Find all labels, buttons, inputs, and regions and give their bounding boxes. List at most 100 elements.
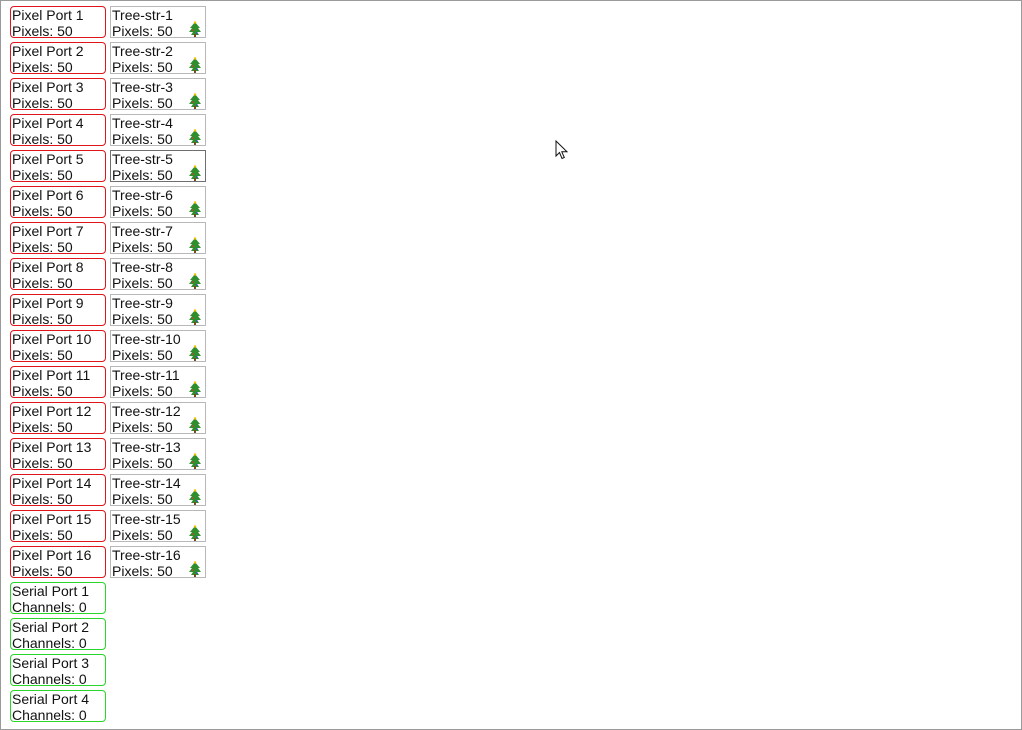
model-label: Tree-str-8: [112, 259, 173, 275]
model-box[interactable]: Tree-str-3 Pixels: 50: [110, 78, 206, 110]
model-info: Pixels: 50: [112, 563, 173, 578]
model-info: Pixels: 50: [112, 131, 173, 146]
tree-icon: [189, 237, 201, 253]
model-box[interactable]: Tree-str-15 Pixels: 50: [110, 510, 206, 542]
model-box[interactable]: Tree-str-16 Pixels: 50: [110, 546, 206, 578]
model-info: Pixels: 50: [112, 347, 173, 362]
port-info: Channels: 0: [12, 599, 87, 614]
model-box[interactable]: Tree-str-1 Pixels: 50: [110, 6, 206, 38]
pixel-port-box[interactable]: Pixel Port 2 Pixels: 50: [10, 42, 106, 74]
port-info: Pixels: 50: [12, 455, 73, 470]
pixel-port-box[interactable]: Pixel Port 3 Pixels: 50: [10, 78, 106, 110]
pixel-port-box[interactable]: Pixel Port 10 Pixels: 50: [10, 330, 106, 362]
port-label: Pixel Port 3: [12, 79, 84, 95]
port-info: Pixels: 50: [12, 383, 73, 398]
model-label: Tree-str-3: [112, 79, 173, 95]
pixel-port-box[interactable]: Pixel Port 7 Pixels: 50: [10, 222, 106, 254]
port-label: Pixel Port 7: [12, 223, 84, 239]
model-label: Tree-str-16: [112, 547, 181, 563]
tree-icon: [189, 273, 201, 289]
port-label: Pixel Port 6: [12, 187, 84, 203]
pixel-port-box[interactable]: Pixel Port 11 Pixels: 50: [10, 366, 106, 398]
port-label: Pixel Port 14: [12, 475, 92, 491]
model-box[interactable]: Tree-str-6 Pixels: 50: [110, 186, 206, 218]
model-info: Pixels: 50: [112, 167, 173, 182]
tree-icon: [189, 201, 201, 217]
model-box[interactable]: Tree-str-9 Pixels: 50: [110, 294, 206, 326]
serial-port-box[interactable]: Serial Port 4 Channels: 0: [10, 690, 106, 722]
model-info: Pixels: 50: [112, 59, 173, 74]
port-label: Pixel Port 9: [12, 295, 84, 311]
port-label: Pixel Port 10: [12, 331, 92, 347]
model-label: Tree-str-14: [112, 475, 181, 491]
pixel-port-box[interactable]: Pixel Port 13 Pixels: 50: [10, 438, 106, 470]
port-label: Pixel Port 12: [12, 403, 92, 419]
model-box[interactable]: Tree-str-7 Pixels: 50: [110, 222, 206, 254]
model-label: Tree-str-4: [112, 115, 173, 131]
mouse-cursor-icon: [555, 140, 569, 160]
tree-icon: [189, 453, 201, 469]
tree-icon: [189, 345, 201, 361]
port-label: Pixel Port 1: [12, 7, 84, 23]
model-info: Pixels: 50: [112, 527, 173, 542]
model-box[interactable]: Tree-str-2 Pixels: 50: [110, 42, 206, 74]
pixel-port-box[interactable]: Pixel Port 9 Pixels: 50: [10, 294, 106, 326]
model-box[interactable]: Tree-str-11 Pixels: 50: [110, 366, 206, 398]
port-info: Pixels: 50: [12, 203, 73, 218]
serial-port-box[interactable]: Serial Port 1 Channels: 0: [10, 582, 106, 614]
pixel-port-box[interactable]: Pixel Port 1 Pixels: 50: [10, 6, 106, 38]
port-label: Pixel Port 15: [12, 511, 92, 527]
pixel-port-box[interactable]: Pixel Port 5 Pixels: 50: [10, 150, 106, 182]
model-label: Tree-str-11: [112, 367, 180, 383]
serial-port-box[interactable]: Serial Port 3 Channels: 0: [10, 654, 106, 686]
port-info: Channels: 0: [12, 671, 87, 686]
model-box[interactable]: Tree-str-13 Pixels: 50: [110, 438, 206, 470]
port-info: Pixels: 50: [12, 239, 73, 254]
model-label: Tree-str-15: [112, 511, 181, 527]
serial-port-box[interactable]: Serial Port 2 Channels: 0: [10, 618, 106, 650]
port-info: Channels: 0: [12, 707, 87, 722]
port-info: Pixels: 50: [12, 59, 73, 74]
model-label: Tree-str-6: [112, 187, 173, 203]
pixel-port-box[interactable]: Pixel Port 14 Pixels: 50: [10, 474, 106, 506]
model-info: Pixels: 50: [112, 275, 173, 290]
model-label: Tree-str-7: [112, 223, 173, 239]
port-label: Serial Port 1: [12, 583, 90, 599]
tree-icon: [189, 525, 201, 541]
model-label: Tree-str-13: [112, 439, 181, 455]
port-label: Serial Port 2: [12, 619, 90, 635]
pixel-port-box[interactable]: Pixel Port 6 Pixels: 50: [10, 186, 106, 218]
model-box[interactable]: Tree-str-8 Pixels: 50: [110, 258, 206, 290]
port-label: Serial Port 4: [12, 691, 90, 707]
port-label: Pixel Port 11: [12, 367, 91, 383]
model-box[interactable]: Tree-str-14 Pixels: 50: [110, 474, 206, 506]
pixel-port-box[interactable]: Pixel Port 4 Pixels: 50: [10, 114, 106, 146]
pixel-port-box[interactable]: Pixel Port 15 Pixels: 50: [10, 510, 106, 542]
pixel-port-box[interactable]: Pixel Port 16 Pixels: 50: [10, 546, 106, 578]
port-info: Pixels: 50: [12, 23, 73, 38]
model-info: Pixels: 50: [112, 203, 173, 218]
port-label: Serial Port 3: [12, 655, 90, 671]
model-box[interactable]: Tree-str-10 Pixels: 50: [110, 330, 206, 362]
port-info: Pixels: 50: [12, 491, 73, 506]
model-box[interactable]: Tree-str-4 Pixels: 50: [110, 114, 206, 146]
port-info: Pixels: 50: [12, 131, 73, 146]
model-label: Tree-str-9: [112, 295, 173, 311]
port-label: Pixel Port 5: [12, 151, 84, 167]
tree-icon: [189, 381, 201, 397]
tree-icon: [189, 561, 201, 577]
model-box[interactable]: Tree-str-12 Pixels: 50: [110, 402, 206, 434]
pixel-port-box[interactable]: Pixel Port 8 Pixels: 50: [10, 258, 106, 290]
tree-icon: [189, 57, 201, 73]
model-label: Tree-str-2: [112, 43, 173, 59]
model-info: Pixels: 50: [112, 383, 173, 398]
model-label: Tree-str-10: [112, 331, 181, 347]
port-info: Pixels: 50: [12, 563, 73, 578]
tree-icon: [189, 489, 201, 505]
port-info: Pixels: 50: [12, 311, 73, 326]
model-info: Pixels: 50: [112, 23, 173, 38]
port-label: Pixel Port 8: [12, 259, 84, 275]
tree-icon: [189, 309, 201, 325]
pixel-port-box[interactable]: Pixel Port 12 Pixels: 50: [10, 402, 106, 434]
model-box[interactable]: Tree-str-5 Pixels: 50: [110, 150, 206, 182]
